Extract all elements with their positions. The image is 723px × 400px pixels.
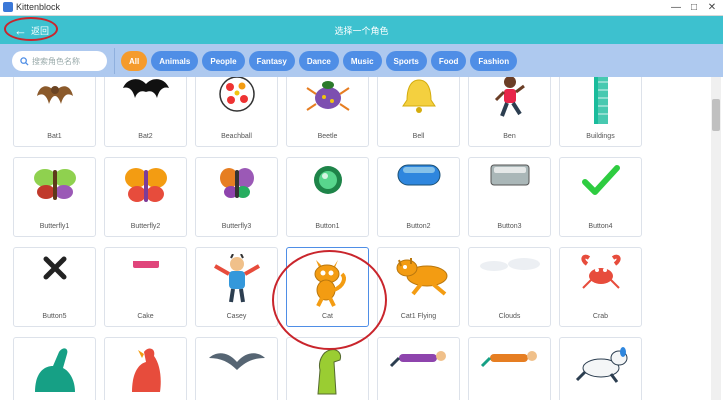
sprite-label: Clouds xyxy=(498,313,521,320)
sprite-card[interactable]: Casey xyxy=(195,247,278,327)
sprite-label: Buildings xyxy=(586,133,615,140)
category-chip-fashion[interactable]: Fashion xyxy=(470,51,518,71)
category-tabs: All Animals People Fantasy Dance Music Sports F… xyxy=(121,51,518,71)
sprite-card[interactable]: Butterfly3 xyxy=(195,157,278,237)
annotation-circle-cat xyxy=(272,250,387,350)
sprite-card[interactable] xyxy=(104,337,187,400)
sprite-label: Button3 xyxy=(497,223,522,230)
sprite-label: Cat1 Flying xyxy=(400,313,437,320)
category-chip-all[interactable]: All xyxy=(121,51,148,71)
category-chip-food[interactable]: Food xyxy=(430,51,467,71)
window-controls: — □ ✕ xyxy=(667,0,721,15)
category-chip-people[interactable]: People xyxy=(202,51,245,71)
sprite-card[interactable]: Beachball xyxy=(195,77,278,147)
sprite-card[interactable] xyxy=(377,337,460,400)
sprite-grid: Bat1 Bat2 Beachball Beetle Bell Ben Buildings B… xyxy=(13,77,705,400)
minimize-button[interactable]: — xyxy=(667,0,685,15)
category-chip-music[interactable]: Music xyxy=(342,51,382,71)
sprite-label: Bat2 xyxy=(138,133,153,140)
sprite-card[interactable]: Ben xyxy=(468,77,551,147)
maximize-button[interactable]: □ xyxy=(685,0,703,15)
sprite-label: Beachball xyxy=(221,133,252,140)
sprite-label: Butterfly1 xyxy=(39,223,70,230)
scrollbar[interactable] xyxy=(711,77,721,400)
close-button[interactable]: ✕ xyxy=(703,0,721,15)
sprite-card[interactable]: Bat1 xyxy=(13,77,96,147)
sprite-card[interactable]: Button3 xyxy=(468,157,551,237)
sprite-label: Button2 xyxy=(406,223,431,230)
window-titlebar: Kittenblock — □ ✕ xyxy=(0,0,723,16)
page-title: 选择一个角色 xyxy=(334,26,389,36)
sprite-label: Beetle xyxy=(317,133,338,140)
sprite-card[interactable]: Bell xyxy=(377,77,460,147)
sprite-card[interactable]: Beetle xyxy=(286,77,369,147)
sprite-label: Butterfly2 xyxy=(130,223,161,230)
sprite-card[interactable] xyxy=(559,337,642,400)
category-chip-sports[interactable]: Sports xyxy=(385,51,427,71)
sprite-card[interactable]: Cat1 Flying xyxy=(377,247,460,327)
sprite-label: Casey xyxy=(226,313,247,320)
sprite-card[interactable]: Cake xyxy=(104,247,187,327)
sprite-label: Cake xyxy=(137,313,154,320)
sprite-card[interactable]: Button1 xyxy=(286,157,369,237)
sprite-label: Ben xyxy=(503,133,516,140)
search-icon xyxy=(16,56,32,66)
sprite-label: Button5 xyxy=(42,313,67,320)
window-title: Kittenblock xyxy=(16,2,61,12)
app-logo-icon xyxy=(3,2,13,12)
sprite-label: Butterfly3 xyxy=(221,223,252,230)
sprite-card[interactable]: Butterfly2 xyxy=(104,157,187,237)
sprite-card[interactable]: Button4 xyxy=(559,157,642,237)
sprite-label: Crab xyxy=(592,313,609,320)
sprite-label: Bell xyxy=(412,133,425,140)
sprite-card[interactable]: Bat2 xyxy=(104,77,187,147)
sprite-card[interactable]: Crab xyxy=(559,247,642,327)
sprite-label: Button1 xyxy=(315,223,340,230)
sprite-label: Bat1 xyxy=(47,133,62,140)
sprite-card[interactable]: Button5 xyxy=(13,247,96,327)
sprite-card[interactable] xyxy=(13,337,96,400)
category-chip-fantasy[interactable]: Fantasy xyxy=(248,51,295,71)
sprite-card[interactable]: Buildings xyxy=(559,77,642,147)
annotation-circle xyxy=(4,17,58,41)
sprite-card[interactable]: Button2 xyxy=(377,157,460,237)
category-chip-animals[interactable]: Animals xyxy=(151,51,199,71)
sprite-label: Button4 xyxy=(588,223,613,230)
sprite-card[interactable]: Butterfly1 xyxy=(13,157,96,237)
search-input[interactable]: 搜索角色名称 xyxy=(12,51,107,71)
scrollbar-thumb[interactable] xyxy=(712,99,720,131)
category-chip-dance[interactable]: Dance xyxy=(298,51,339,71)
sprite-card[interactable]: Clouds xyxy=(468,247,551,327)
sprite-card[interactable] xyxy=(468,337,551,400)
sprite-card[interactable] xyxy=(195,337,278,400)
search-placeholder: 搜索角色名称 xyxy=(32,56,80,66)
filter-divider xyxy=(114,48,115,74)
